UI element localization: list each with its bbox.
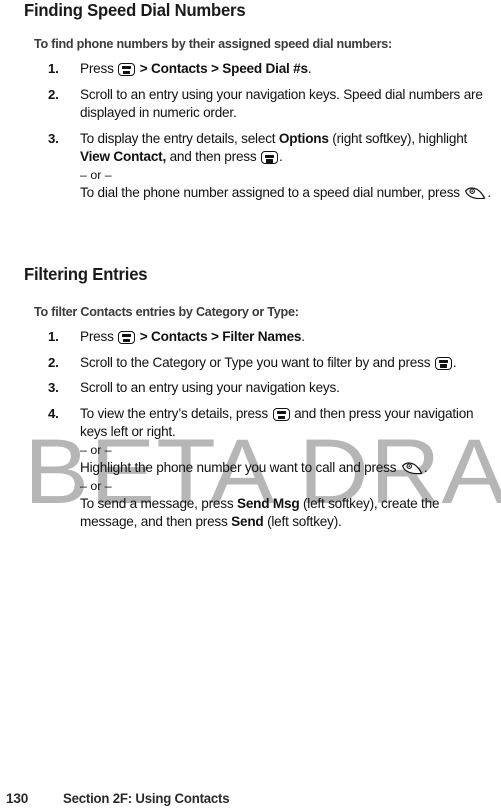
emphasis-text: > Contacts > Filter Names: [139, 329, 302, 344]
footer-page-number: 130: [6, 791, 29, 806]
emphasis-text: Options: [278, 130, 329, 146]
step-list-finding-speed-dial-numbers: 1. Press > Contacts > Speed Dial #s. 2. Scr…: [0, 60, 501, 210]
step-item: 3. Scroll to an entry using your navigati…: [0, 379, 501, 398]
step-text-run: Scroll to the Category or Type you want …: [80, 354, 457, 370]
step-text: Scroll to an entry using your navigation…: [80, 86, 495, 123]
or-separator: – or –: [80, 478, 112, 493]
menu-key-icon: [118, 331, 136, 344]
step-text: Scroll to the Category or Type you want …: [80, 354, 495, 373]
menu-key-icon: [272, 407, 290, 421]
step-text-run: To dial the phone number assigned to a s…: [80, 184, 491, 200]
emphasis-text: > Contacts > Speed Dial #s: [139, 61, 308, 76]
step-number: 1.: [48, 329, 59, 344]
menu-key-icon: [434, 356, 452, 370]
step-item: 1. Press > Contacts > Filter Names.: [0, 328, 501, 347]
step-text: Scroll to an entry using your navigation…: [80, 379, 495, 398]
talk-key-icon: [464, 186, 486, 199]
emphasis-text: Send Msg: [236, 495, 300, 511]
step-item: 1. Press > Contacts > Speed Dial #s.: [0, 60, 501, 79]
menu-key-icon: [118, 63, 136, 76]
or-separator: – or –: [80, 167, 112, 182]
step-number: 1.: [48, 61, 59, 76]
step-number: 2.: [48, 354, 59, 370]
step-text-run: Scroll to an entry using your navigation…: [80, 86, 483, 121]
step-item: 2. Scroll to the Category or Type you wan…: [0, 354, 501, 373]
step-item: 4. To view the entry’s details, press and…: [0, 405, 501, 532]
section-heading-finding-speed-dial-numbers: Finding Speed Dial Numbers: [24, 0, 246, 20]
step-item: 2. Scroll to an entry using your navigati…: [0, 86, 501, 123]
step-number: 2.: [48, 86, 59, 102]
step-text-run: To view the entry’s details, press and t…: [80, 405, 474, 440]
emphasis-text: Send: [231, 514, 264, 530]
step-number: 3.: [48, 380, 59, 396]
step-text-run: Press > Contacts > Filter Names.: [80, 329, 305, 344]
or-separator: – or –: [80, 442, 112, 457]
section-lead-in-finding-speed-dial-numbers: To find phone numbers by their assigned …: [34, 36, 392, 51]
step-text-run: Scroll to an entry using your navigation…: [80, 380, 340, 396]
section-heading-filtering-entries: Filtering Entries: [24, 264, 148, 284]
step-text: To view the entry’s details, press and t…: [80, 405, 495, 532]
footer-section-label: Section 2F: Using Contacts: [63, 791, 230, 806]
step-text-run: Highlight the phone number you want to c…: [80, 459, 428, 475]
step-text: Press > Contacts > Filter Names.: [80, 328, 495, 347]
step-list-filtering-entries: 1. Press > Contacts > Filter Names. 2. Scro…: [0, 328, 501, 539]
step-item: 3. To display the entry details, select O…: [0, 130, 501, 203]
step-number: 4.: [48, 405, 59, 421]
emphasis-text: View Contact,: [80, 149, 167, 165]
step-number: 3.: [48, 130, 59, 146]
step-text-run: Press > Contacts > Speed Dial #s.: [80, 61, 312, 76]
step-text: To display the entry details, select Opt…: [80, 130, 495, 203]
menu-key-icon: [261, 151, 278, 165]
step-text-run: To send a message, press Send Msg (left …: [80, 495, 440, 530]
page-footer: 130 Section 2F: Using Contacts: [0, 790, 501, 811]
step-text-run: To display the entry details, select Opt…: [80, 130, 468, 165]
talk-key-icon: [401, 461, 423, 474]
section-lead-in-filtering-entries: To filter Contacts entries by Category o…: [34, 304, 299, 319]
step-text: Press > Contacts > Speed Dial #s.: [80, 60, 495, 79]
